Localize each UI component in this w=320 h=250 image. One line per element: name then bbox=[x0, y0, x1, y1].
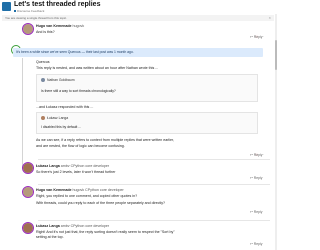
post-author[interactable]: Łukasz Langa ambv CPython core developer bbox=[36, 164, 109, 168]
post-text: Right, you replied to one comment, and c… bbox=[36, 194, 138, 198]
post-quercus: Quercus This reply is nested, and was wr… bbox=[0, 58, 278, 168]
author-handle: hugovk bbox=[72, 24, 85, 28]
author-role: CPython core developer bbox=[85, 188, 124, 192]
post-text-2: setting at the top. bbox=[36, 235, 64, 239]
reply-button[interactable]: ↩ Reply bbox=[250, 176, 262, 180]
close-icon[interactable]: ✕ bbox=[268, 16, 271, 20]
site-logo[interactable] bbox=[2, 2, 11, 11]
post-author[interactable]: Łukasz Langa ambv CPython core developer bbox=[36, 224, 109, 228]
topic-header: Let's test threaded replies Discourse Fe… bbox=[0, 0, 278, 14]
author-name: Hugo van Kemenade bbox=[36, 24, 72, 28]
category-color-icon bbox=[14, 10, 16, 13]
topic-title[interactable]: Let's test threaded replies bbox=[14, 1, 100, 8]
quote-text: Is there still a way to sort threads chr… bbox=[41, 89, 116, 93]
highlight-circle bbox=[22, 162, 34, 174]
highlight-circle bbox=[22, 23, 34, 35]
post-text: So there's just 2 levels, later it won't… bbox=[36, 170, 116, 174]
single-thread-notice: You are viewing a single thread from thi… bbox=[2, 15, 274, 21]
author-name: Hugo van Kemenade bbox=[36, 188, 72, 192]
post-text: This reply is nested, and was written ab… bbox=[36, 66, 159, 70]
scrollbar-thumb[interactable] bbox=[275, 40, 277, 70]
author-handle: ambv bbox=[60, 164, 70, 168]
author-role: CPython core developer bbox=[70, 224, 110, 228]
inactive-notice-text: It's been a while since we've seen Querc… bbox=[16, 50, 134, 54]
category-breadcrumb[interactable]: Discourse Feedback bbox=[14, 9, 44, 13]
quote-author[interactable]: Nathan Goldbaum bbox=[47, 78, 75, 82]
highlight-circle bbox=[22, 186, 34, 198]
author-handle: hugovk bbox=[72, 188, 85, 192]
quote-block-1: Nathan Goldbaum Is there still a way to … bbox=[36, 74, 258, 102]
quote-text: I disabled this by default ... bbox=[41, 125, 82, 129]
category-label: Discourse Feedback bbox=[17, 9, 45, 13]
post-text-2: As we can see, if a reply refers to cont… bbox=[36, 138, 175, 142]
reply-button[interactable]: ↩ Reply bbox=[250, 210, 262, 214]
author-name: Łukasz Langa bbox=[36, 224, 60, 228]
author-role: CPython core developer bbox=[70, 164, 110, 168]
author-name: Łukasz Langa bbox=[36, 164, 60, 168]
divider bbox=[38, 220, 270, 221]
author-handle: ambv bbox=[60, 224, 70, 228]
inactive-user-notice: It's been a while since we've seen Querc… bbox=[13, 48, 263, 57]
reply-button[interactable]: ↩ Reply bbox=[250, 153, 262, 157]
quote-author[interactable]: Łukasz Langa bbox=[47, 116, 68, 120]
post-mid-text: ...and Łukasz responded with this ... bbox=[36, 105, 94, 109]
divider bbox=[38, 184, 270, 185]
reply-button[interactable]: ↩ Reply bbox=[250, 35, 262, 39]
post-text: And is this? bbox=[36, 30, 55, 34]
quote-block-2: Łukasz Langa I disabled this by default … bbox=[36, 112, 258, 134]
post-text-3: and are nested, the flow of logic can be… bbox=[36, 144, 125, 148]
post-author[interactable]: Hugo van Kemenade hugovk CPython core de… bbox=[36, 188, 124, 192]
post-hugovk-1: Hugo van Kemenade hugovk And is this? ♡ … bbox=[0, 22, 278, 46]
reply-button[interactable]: ↩ Reply bbox=[250, 242, 262, 246]
notice-text: You are viewing a single thread from thi… bbox=[5, 16, 67, 20]
post-hugovk-2: Hugo van Kemenade hugovk CPython core de… bbox=[0, 186, 278, 220]
post-ambv-2: Łukasz Langa ambv CPython core developer… bbox=[0, 222, 278, 250]
post-text-2: With threads, could you reply to each of… bbox=[36, 201, 166, 205]
quote-avatar bbox=[41, 78, 45, 82]
post-text: Right! And it's not just that, the reply… bbox=[36, 230, 175, 234]
post-author[interactable]: Hugo van Kemenade hugovk bbox=[36, 24, 84, 28]
post-ambv-1: Łukasz Langa ambv CPython core developer… bbox=[0, 162, 278, 184]
divider bbox=[38, 159, 270, 160]
highlight-circle bbox=[22, 222, 34, 234]
post-author[interactable]: Quercus bbox=[36, 60, 50, 64]
quote-avatar bbox=[41, 116, 45, 120]
